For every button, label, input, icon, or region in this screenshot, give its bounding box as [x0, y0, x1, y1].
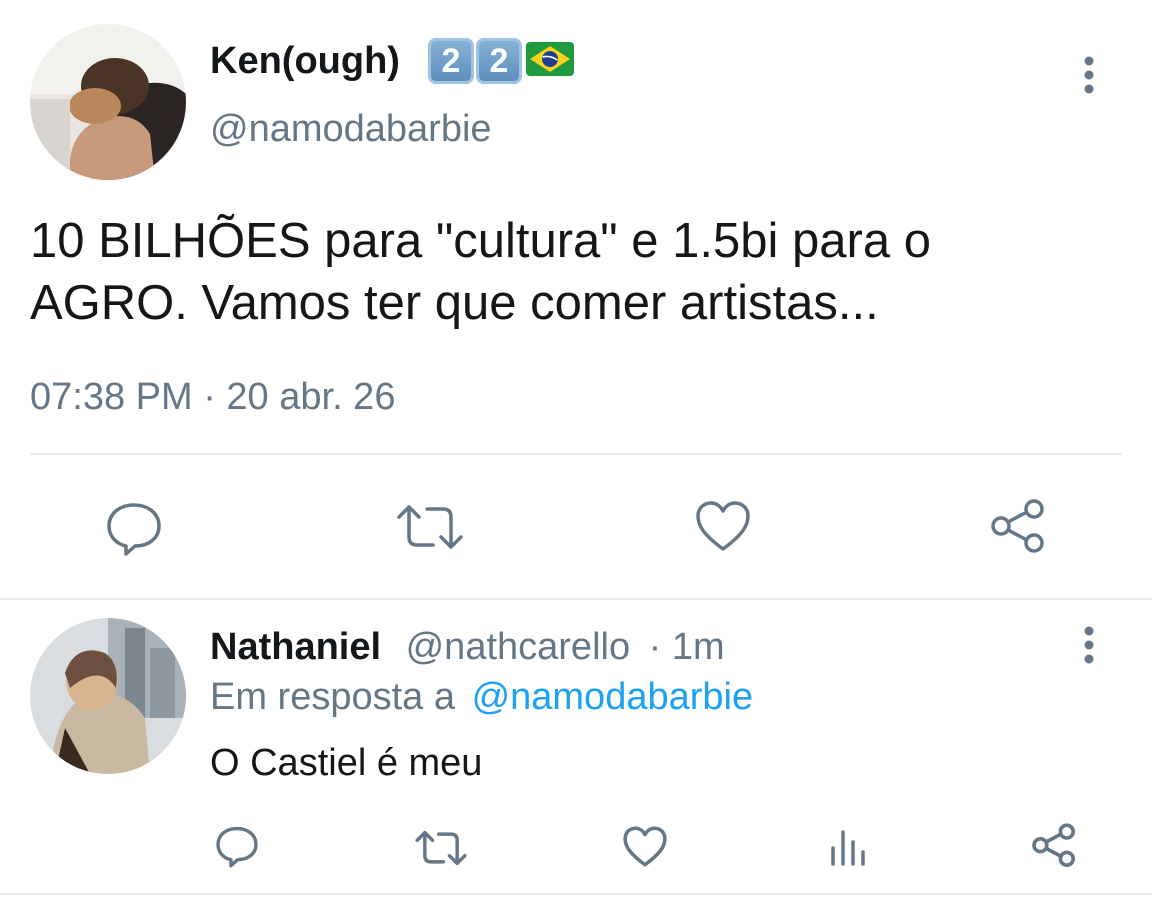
replying-to: Em resposta a @namodabarbie	[210, 674, 753, 720]
handle[interactable]: @nathcarello	[406, 626, 630, 668]
handle[interactable]: @namodabarbie	[210, 106, 492, 152]
more-options-icon[interactable]	[1078, 626, 1100, 666]
section-divider	[0, 893, 1152, 895]
replying-to-label: Em resposta a	[210, 676, 455, 718]
reply-icon[interactable]	[214, 824, 260, 868]
share-icon[interactable]	[988, 497, 1048, 557]
reply-header: Nathaniel @nathcarello · 1m	[210, 624, 725, 670]
tweet-text: 10 BILHÕES para "cultura" e 1.5bi para o…	[30, 210, 931, 334]
keycap-badge: 2	[428, 38, 474, 84]
tweet-text-line: AGRO. Vamos ter que comer artistas...	[30, 276, 879, 330]
like-icon[interactable]	[694, 499, 752, 553]
retweet-icon[interactable]	[414, 828, 468, 868]
display-name[interactable]: Nathaniel	[210, 626, 381, 668]
like-icon[interactable]	[622, 825, 668, 868]
retweet-icon[interactable]	[395, 501, 465, 553]
timestamp[interactable]: 07:38 PM · 20 abr. 26	[30, 374, 395, 420]
avatar[interactable]	[30, 24, 186, 180]
brazil-flag-icon	[526, 41, 574, 81]
divider	[30, 453, 1122, 455]
section-divider	[0, 598, 1152, 600]
emoji-badges: 2 2	[428, 38, 574, 84]
display-name[interactable]: Ken(ough)	[210, 38, 400, 84]
reply-text: O Castiel é meu	[210, 742, 483, 784]
more-options-icon[interactable]	[1078, 56, 1100, 96]
share-icon[interactable]	[1030, 822, 1078, 870]
relative-time[interactable]: · 1m	[649, 626, 725, 668]
analytics-icon[interactable]	[828, 826, 868, 866]
mention-link[interactable]: @namodabarbie	[472, 676, 754, 718]
reply-icon[interactable]	[104, 499, 164, 557]
avatar[interactable]	[30, 618, 186, 774]
tweet-text-line: 10 BILHÕES para "cultura" e 1.5bi para o	[30, 214, 931, 268]
keycap-badge: 2	[476, 38, 522, 84]
